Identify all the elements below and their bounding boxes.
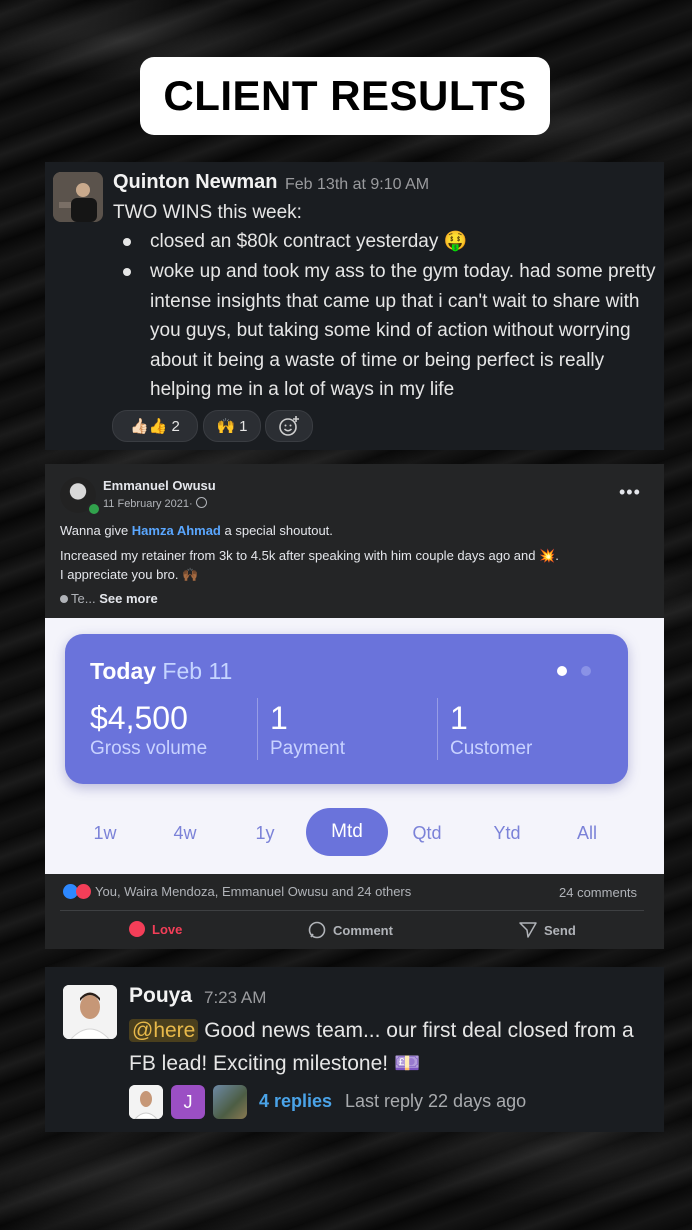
slack-message-quinton: Quinton Newman Feb 13th at 9:10 AM TWO W…: [45, 162, 664, 450]
divider: [437, 698, 438, 760]
list-item: closed an $80k contract yesterday 🤑: [150, 231, 468, 252]
reply-avatar[interactable]: [213, 1085, 247, 1119]
see-more-link[interactable]: See more: [99, 591, 158, 606]
post-text: a special shoutout.: [220, 523, 333, 538]
online-status-icon: [87, 502, 101, 516]
reaction-count: 2: [171, 417, 180, 435]
message-body: Good news team... our first deal closed …: [129, 1019, 634, 1075]
comment-icon: [308, 921, 326, 939]
comment-label: Comment: [333, 922, 393, 938]
timestamp[interactable]: 7:23 AM: [204, 988, 266, 1008]
avatar[interactable]: [63, 985, 117, 1039]
today-date: Feb 11: [162, 658, 233, 684]
raised-hands-icon: 🙌: [216, 418, 236, 435]
comment-button[interactable]: Comment: [308, 921, 393, 939]
replies-link[interactable]: 4 replies: [259, 1091, 332, 1112]
bullet-icon: [123, 238, 131, 246]
post-date[interactable]: 11 February 2021·: [103, 497, 207, 510]
add-reaction-button[interactable]: [265, 410, 313, 442]
page-title: CLIENT RESULTS: [163, 72, 527, 119]
post-line-3: I appreciate you bro. 🙌🏾: [60, 567, 199, 582]
period-mtd[interactable]: Mtd: [306, 808, 388, 856]
author-name[interactable]: Emmanuel Owusu: [103, 478, 216, 493]
author-name[interactable]: Quinton Newman: [113, 171, 277, 194]
period-4w[interactable]: 4w: [155, 823, 215, 844]
period-1y[interactable]: 1y: [235, 823, 295, 844]
message-text: @here Good news team... our first deal c…: [129, 1014, 659, 1080]
customer-value: 1: [450, 700, 468, 736]
thumbs-up-icon: 👍🏻👍: [130, 418, 168, 435]
period-1w[interactable]: 1w: [75, 823, 135, 844]
reactions-summary[interactable]: You, Waira Mendoza, Emmanuel Owusu and 2…: [63, 884, 411, 899]
see-more-row: Te... See more: [60, 591, 158, 606]
page-dot[interactable]: [581, 666, 591, 676]
author-name[interactable]: Pouya: [129, 984, 192, 1008]
reply-avatar[interactable]: [129, 1085, 163, 1119]
comments-count[interactable]: 24 comments: [559, 885, 637, 900]
facebook-post-emmanuel: Emmanuel Owusu 11 February 2021· ••• Wan…: [45, 464, 664, 949]
more-options-icon[interactable]: •••: [619, 482, 641, 503]
post-text: Wanna give: [60, 523, 132, 538]
add-emoji-icon: [279, 416, 299, 436]
message-intro: TWO WINS this week:: [113, 202, 302, 223]
mention-link[interactable]: Hamza Ahmad: [132, 523, 221, 538]
period-all[interactable]: All: [557, 823, 617, 844]
translate-icon: [60, 595, 68, 603]
list-item: woke up and took my ass to the gym today…: [150, 261, 656, 401]
payment-label: Payment: [270, 738, 345, 759]
love-button[interactable]: Love: [129, 921, 182, 937]
here-mention[interactable]: @here: [129, 1019, 199, 1042]
post-date-text: 11 February 2021·: [103, 498, 193, 510]
reaction-raised-hands[interactable]: 🙌 1: [203, 410, 261, 442]
reply-avatar[interactable]: J: [171, 1085, 205, 1119]
love-label: Love: [152, 921, 183, 937]
payment-value: 1: [270, 700, 288, 736]
today-label: Today: [90, 658, 157, 684]
reactions-text: You, Waira Mendoza, Emmanuel Owusu and 2…: [95, 884, 412, 899]
post-line-2: Increased my retainer from 3k to 4.5k af…: [60, 548, 559, 563]
translate-text[interactable]: Te...: [71, 591, 96, 606]
period-ytd[interactable]: Ytd: [477, 823, 537, 844]
avatar[interactable]: [53, 172, 103, 222]
reaction-count: 1: [239, 417, 248, 435]
last-reply-text: Last reply 22 days ago: [345, 1091, 527, 1111]
send-button[interactable]: Send: [519, 921, 576, 939]
globe-icon: [195, 497, 207, 508]
stripe-dashboard-screenshot: Today Feb 11 $4,500 Gross volume 1 Payme…: [45, 618, 664, 874]
customer-label: Customer: [450, 738, 533, 759]
title-banner: CLIENT RESULTS: [140, 57, 550, 135]
slack-message-pouya: Pouya 7:23 AM @here Good news team... ou…: [45, 967, 664, 1132]
send-label: Send: [544, 922, 576, 938]
today-summary-card: Today Feb 11 $4,500 Gross volume 1 Payme…: [65, 634, 628, 784]
bullet-icon: [123, 268, 131, 276]
heart-icon: [129, 921, 145, 937]
today-heading: Today Feb 11: [90, 658, 232, 685]
post-line-1: Wanna give Hamza Ahmad a special shoutou…: [60, 523, 333, 538]
timestamp[interactable]: Feb 13th at 9:10 AM: [285, 176, 429, 194]
divider: [257, 698, 258, 760]
page-dot-active[interactable]: [557, 666, 567, 676]
reaction-thumbs[interactable]: 👍🏻👍 2: [112, 410, 198, 442]
send-icon: [519, 922, 537, 938]
period-qtd[interactable]: Qtd: [397, 823, 457, 844]
divider: [60, 910, 644, 911]
gross-volume-value: $4,500: [90, 700, 188, 736]
gross-volume-label: Gross volume: [90, 738, 208, 759]
heart-icon: [76, 884, 91, 899]
